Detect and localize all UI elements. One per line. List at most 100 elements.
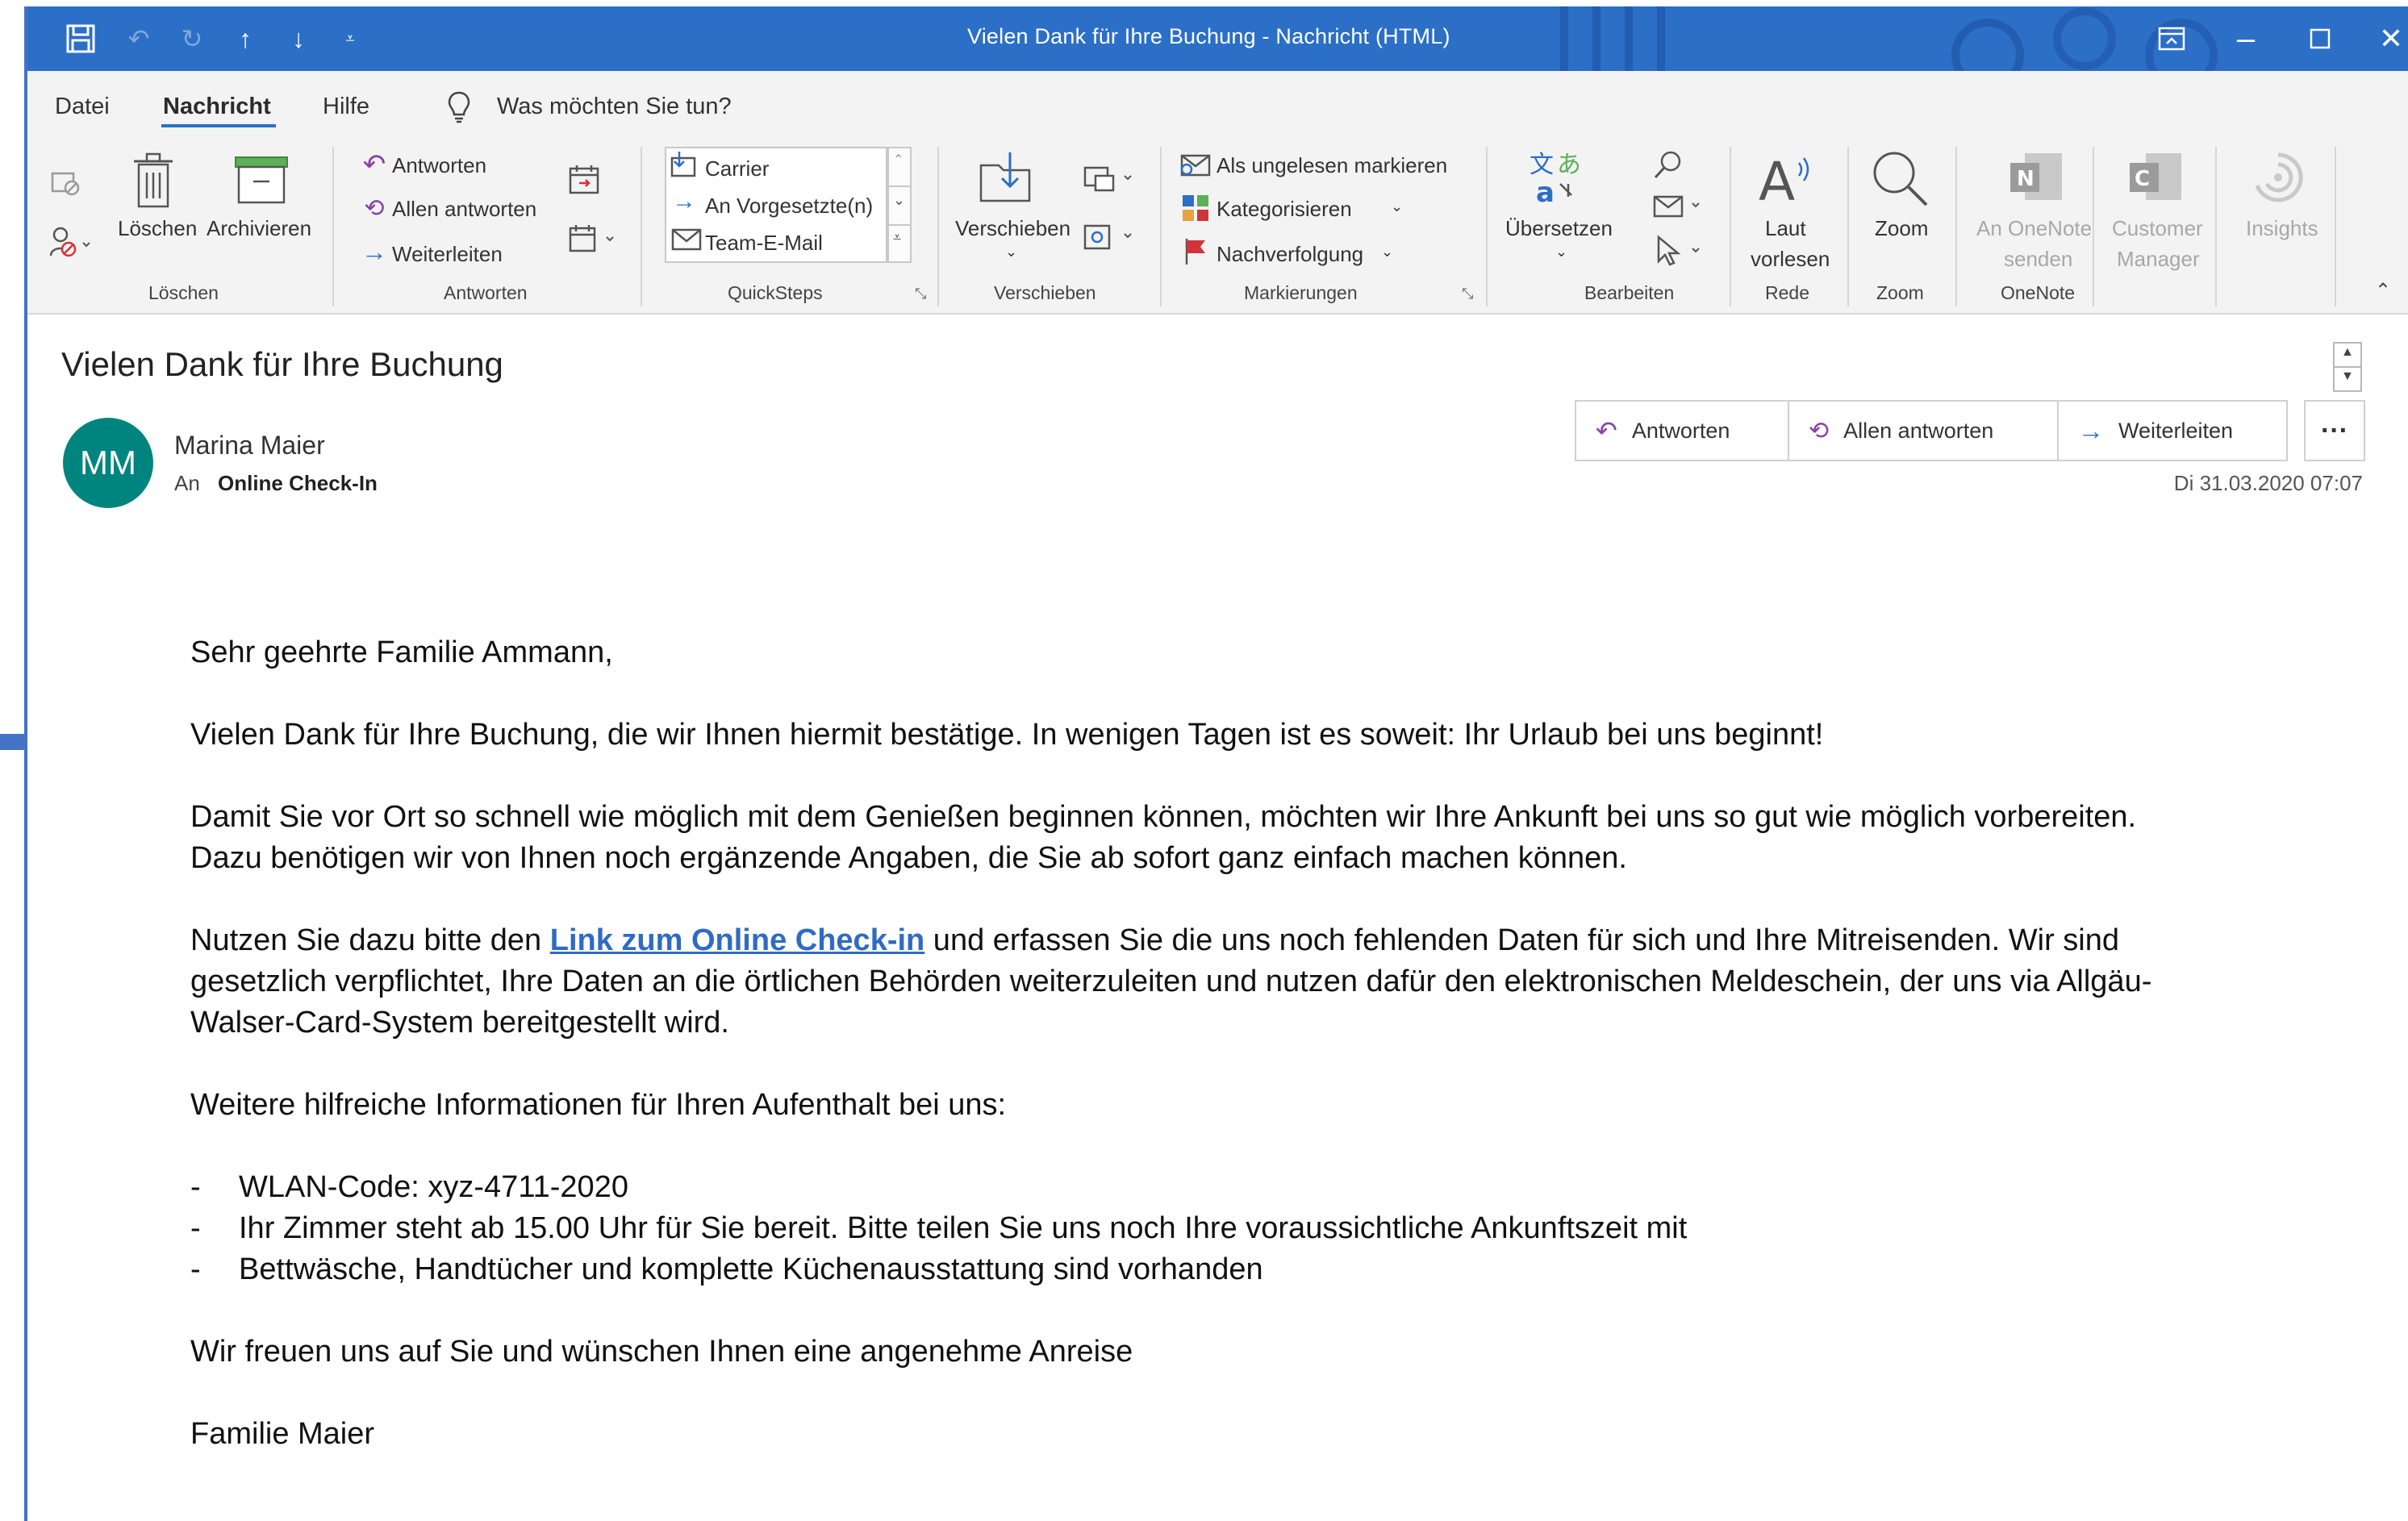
scroll-up-icon[interactable]: ⌃: [893, 152, 904, 168]
zoom-icon[interactable]: [1868, 147, 1933, 211]
find-icon[interactable]: [1651, 147, 1686, 182]
related-icon[interactable]: [1651, 189, 1712, 224]
title-bar: ↶ ↻ ↑ ↓ ⩡ Vielen Dank für Ihre Buchung -…: [27, 6, 2408, 71]
recipient-name[interactable]: Online Check-In: [218, 471, 378, 496]
group-label-antworten: Antworten: [444, 282, 528, 303]
more-respond-icon[interactable]: [566, 221, 623, 256]
group-label-rede: Rede: [1765, 282, 1809, 303]
rules-icon[interactable]: [1081, 158, 1142, 195]
reply-all-icon: ⟲: [1809, 417, 1830, 444]
delete-button[interactable]: Löschen: [118, 216, 197, 241]
menu-bar: Datei Nachricht Hilfe Was möchten Sie tu…: [27, 71, 2408, 135]
select-icon[interactable]: [1651, 232, 1712, 268]
archive-button[interactable]: Archivieren: [207, 216, 311, 241]
reply-all-action-button[interactable]: ⟲ Allen antworten: [1789, 402, 2059, 460]
gallery-expand-icon[interactable]: ⩡: [893, 229, 901, 246]
body-paragraph-4: Weitere hilfreiche Informationen für Ihr…: [190, 1088, 1007, 1122]
insights-icon[interactable]: [2247, 147, 2309, 208]
menu-hilfe[interactable]: Hilfe: [323, 94, 369, 120]
customer-manager-line2[interactable]: Manager: [2117, 247, 2200, 272]
quickstep-team-email[interactable]: Team-E-Mail: [705, 231, 823, 256]
reply-action-button[interactable]: ↶ Antworten: [1576, 402, 1789, 460]
minimize-icon[interactable]: –: [2225, 18, 2267, 60]
reply-all-action-label: Allen antworten: [1843, 418, 1994, 443]
forward-icon: →: [361, 236, 387, 266]
move-dropdown-icon[interactable]: ⌄: [1005, 244, 1017, 260]
reply-icon: ↶: [1596, 416, 1617, 445]
previous-item-icon[interactable]: ↑: [224, 18, 266, 60]
closing: Wir freuen uns auf Sie und wünschen Ihne…: [190, 1335, 1133, 1369]
quicksteps-dialog-launcher-icon[interactable]: ⤡: [915, 285, 926, 302]
translate-icon[interactable]: 文あa: [1526, 147, 1588, 208]
more-actions-button[interactable]: ···: [2304, 400, 2365, 461]
onenote-line1[interactable]: An OneNote: [1976, 216, 2092, 241]
ignore-icon[interactable]: [47, 163, 84, 200]
group-label-bearbeiten: Bearbeiten: [1584, 282, 1675, 303]
delete-icon[interactable]: [131, 148, 176, 213]
junk-icon[interactable]: [47, 221, 95, 261]
search-input[interactable]: Was möchten Sie tun?: [497, 94, 732, 120]
quickstep-to-manager[interactable]: An Vorgesetzte(n): [705, 194, 873, 219]
read-aloud-line2[interactable]: vorlesen: [1751, 247, 1830, 272]
menu-nachricht[interactable]: Nachricht: [163, 94, 271, 120]
svg-text:a: a: [1536, 177, 1555, 206]
insights-button[interactable]: Insights: [2246, 216, 2318, 241]
reply-button[interactable]: Antworten: [392, 153, 486, 178]
customer-manager-line1[interactable]: Customer: [2112, 216, 2203, 241]
body-paragraph-3-post: und erfassen Sie die uns noch fehlenden …: [924, 923, 2119, 957]
scroll-up-icon[interactable]: ▲: [2341, 345, 2354, 360]
actions-icon[interactable]: [1081, 216, 1142, 253]
list-marker: -: [190, 1211, 201, 1245]
scroll-down-icon[interactable]: ▼: [2341, 369, 2354, 384]
svg-text:あ: あ: [1557, 151, 1581, 179]
read-aloud-line1[interactable]: Laut: [1765, 216, 1806, 241]
redo-icon[interactable]: ↻: [171, 18, 213, 60]
scroll-down-icon[interactable]: ⌄: [893, 192, 905, 209]
header-scroll-control[interactable]: ▲ ▼: [2333, 342, 2362, 392]
ribbon-display-options-icon[interactable]: [2151, 18, 2193, 60]
markierungen-dialog-launcher-icon[interactable]: ⤡: [1462, 285, 1473, 302]
reply-all-button[interactable]: Allen antworten: [392, 197, 536, 222]
undo-icon[interactable]: ↶: [118, 18, 160, 60]
avatar[interactable]: MM: [63, 418, 153, 508]
maximize-icon[interactable]: [2299, 18, 2341, 60]
translate-button[interactable]: Übersetzen: [1505, 216, 1613, 241]
group-separator: [2335, 147, 2336, 306]
customize-toolbar-icon[interactable]: ⩡: [329, 18, 371, 60]
sender-name[interactable]: Marina Maier: [174, 431, 325, 460]
archive-icon[interactable]: [232, 152, 290, 208]
onenote-icon[interactable]: N: [2005, 147, 2067, 208]
mark-unread-button[interactable]: Als ungelesen markieren: [1217, 153, 1447, 178]
followup-button[interactable]: Nachverfolgung: [1217, 242, 1363, 267]
quicksteps-scrollbar[interactable]: ⌃ ⌄ ⩡: [887, 147, 912, 263]
close-icon[interactable]: ✕: [2370, 18, 2408, 60]
customer-manager-icon[interactable]: C: [2125, 147, 2186, 208]
forward-action-button[interactable]: → Weiterleiten: [2059, 402, 2286, 460]
quickstep-carrier[interactable]: Carrier: [705, 156, 769, 181]
collapse-ribbon-icon[interactable]: ⌃: [2375, 279, 2391, 302]
greeting: Sehr geehrte Familie Ammann,: [190, 635, 613, 669]
meeting-icon[interactable]: [566, 161, 602, 197]
categorize-icon: [1179, 192, 1212, 224]
reply-all-icon: ⟲: [364, 194, 385, 222]
read-aloud-icon[interactable]: A: [1755, 147, 1817, 208]
categorize-button[interactable]: Kategorisieren: [1217, 197, 1352, 222]
translate-dropdown-icon[interactable]: ⌄: [1555, 244, 1567, 260]
svg-text:N: N: [2017, 167, 2034, 191]
recipient-label: An: [174, 471, 200, 495]
online-checkin-link[interactable]: Link zum Online Check-in: [550, 923, 925, 957]
message-action-bar: ↶ Antworten ⟲ Allen antworten → Weiterle…: [1575, 400, 2288, 461]
zoom-button[interactable]: Zoom: [1875, 216, 1928, 241]
save-icon[interactable]: [60, 18, 102, 60]
menu-datei[interactable]: Datei: [55, 94, 110, 120]
next-item-icon[interactable]: ↓: [278, 18, 319, 60]
onenote-line2[interactable]: senden: [2004, 247, 2072, 272]
categorize-dropdown-icon[interactable]: ⌄: [1391, 198, 1403, 215]
team-email-icon: [671, 228, 702, 251]
move-button[interactable]: Verschieben: [955, 216, 1070, 241]
signature: Familie Maier: [190, 1417, 375, 1451]
followup-dropdown-icon[interactable]: ⌄: [1381, 244, 1393, 260]
forward-button[interactable]: Weiterleiten: [392, 242, 503, 267]
svg-text:C: C: [2135, 167, 2150, 191]
move-icon[interactable]: [976, 147, 1037, 208]
